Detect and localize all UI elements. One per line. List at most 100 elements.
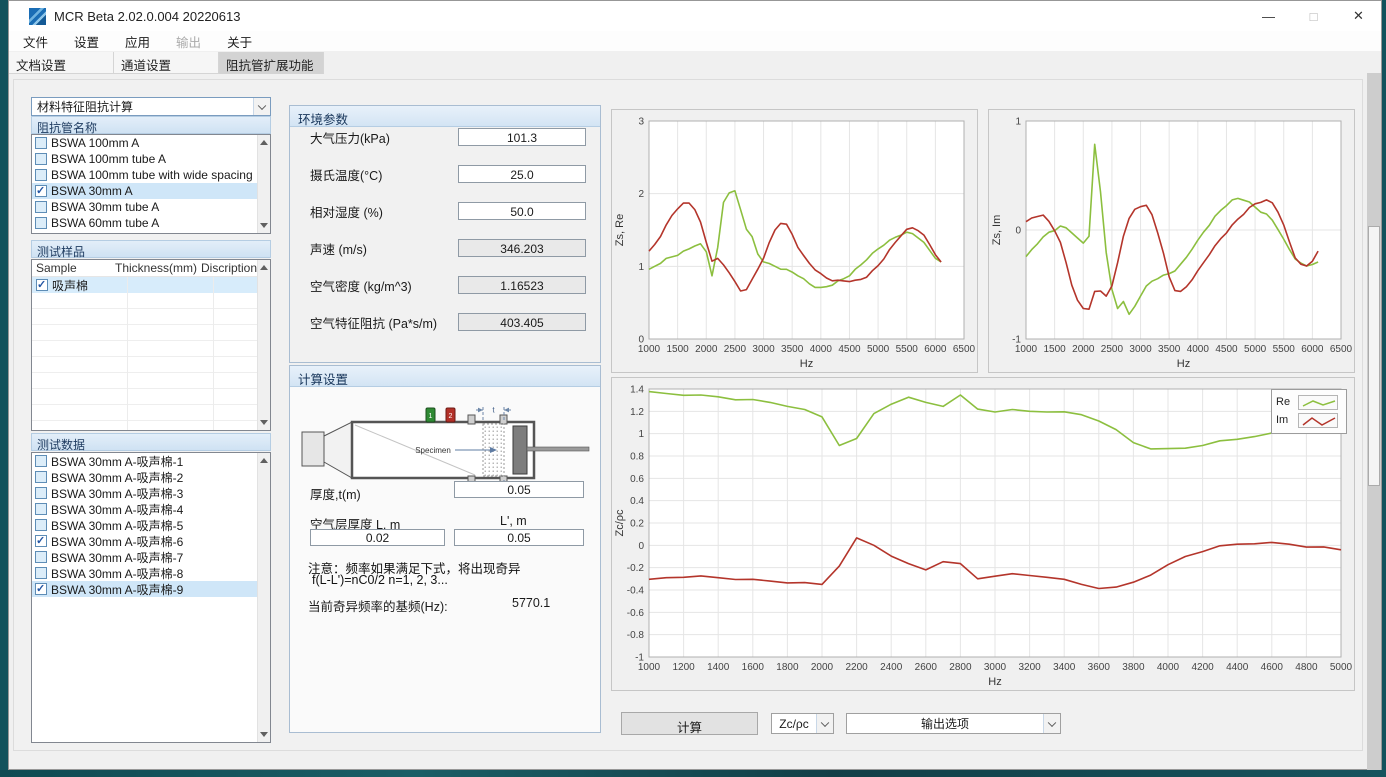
env-field-label: 声速 (m/s) xyxy=(310,239,458,258)
tube-list-item-label: BSWA 100mm A xyxy=(51,136,139,150)
env-field-input[interactable]: 346.203 xyxy=(458,239,586,257)
tube-list: BSWA 100mm ABSWA 100mm tube ABSWA 100mm … xyxy=(31,134,271,234)
checkbox[interactable] xyxy=(35,137,47,149)
env-field-input[interactable]: 101.3 xyxy=(458,128,586,146)
minimize-button[interactable]: — xyxy=(1246,1,1291,31)
output-options-value: 输出选项 xyxy=(847,715,1043,732)
checkbox[interactable] xyxy=(36,279,48,291)
tube-list-item[interactable]: BSWA 100mm tube A xyxy=(32,151,257,167)
checkbox[interactable] xyxy=(35,503,47,515)
l-prime-label: L', m xyxy=(500,514,527,528)
tube-list-item[interactable]: BSWA 30mm tube A xyxy=(32,199,257,215)
tube-list-scrollbar[interactable] xyxy=(257,135,270,233)
env-field-input[interactable]: 1.16523 xyxy=(458,276,586,294)
tube-list-item[interactable]: BSWA 100mm A xyxy=(32,135,257,151)
menu-item[interactable]: 输出 xyxy=(167,30,210,53)
env-field-input[interactable]: 25.0 xyxy=(458,165,586,183)
tab[interactable]: 文档设置 xyxy=(9,52,114,74)
svg-text:6500: 6500 xyxy=(1330,344,1353,355)
data-list-scrollbar[interactable] xyxy=(257,453,270,742)
checkbox[interactable] xyxy=(35,217,47,229)
svg-text:2400: 2400 xyxy=(880,662,903,673)
main-scrollbar-thumb[interactable] xyxy=(1368,226,1380,486)
env-field-row: 大气压力(kPa)101.3 xyxy=(310,128,586,146)
data-list-item[interactable]: BSWA 30mm A-吸声棉-4 xyxy=(32,501,257,517)
air-layer-input[interactable]: 0.02 xyxy=(310,529,445,546)
svg-text:6000: 6000 xyxy=(924,344,947,355)
checkbox[interactable] xyxy=(35,471,47,483)
scroll-down-icon[interactable] xyxy=(260,223,268,228)
data-list-item[interactable]: BSWA 30mm A-吸声棉-5 xyxy=(32,517,257,533)
thickness-input[interactable]: 0.05 xyxy=(454,481,584,498)
tube-list-item[interactable]: BSWA 30mm A xyxy=(32,183,257,199)
sample-table-scrollbar[interactable] xyxy=(257,260,270,430)
scroll-up-icon[interactable] xyxy=(260,140,268,145)
calculate-button[interactable]: 计算 xyxy=(621,712,758,735)
env-field-label: 空气特征阻抗 (Pa*s/m) xyxy=(310,313,458,332)
quantity-dropdown[interactable]: Zc/ρc xyxy=(771,713,834,734)
title-bar: MCR Beta 2.02.0.004 20220613 — □ ✕ xyxy=(9,1,1381,31)
checkbox[interactable] xyxy=(35,201,47,213)
tube-list-item[interactable]: BSWA 100mm tube with wide spacing xyxy=(32,167,257,183)
svg-text:6000: 6000 xyxy=(1301,344,1324,355)
checkbox[interactable] xyxy=(35,169,47,181)
menu-item[interactable]: 文件 xyxy=(14,30,57,53)
column-header-sample-name: Sample Name xyxy=(32,260,111,276)
scroll-down-icon[interactable] xyxy=(260,420,268,425)
data-list-item[interactable]: BSWA 30mm A-吸声棉-7 xyxy=(32,549,257,565)
svg-text:2000: 2000 xyxy=(695,344,718,355)
checkbox[interactable] xyxy=(35,551,47,563)
svg-text:1500: 1500 xyxy=(667,344,690,355)
data-list: BSWA 30mm A-吸声棉-1BSWA 30mm A-吸声棉-2BSWA 3… xyxy=(31,452,271,743)
tube-list-item[interactable]: BSWA 60mm tube A xyxy=(32,215,257,231)
checkbox[interactable] xyxy=(35,535,47,547)
menu-item[interactable]: 应用 xyxy=(116,30,159,53)
menu-item[interactable]: 设置 xyxy=(65,30,108,53)
checkbox[interactable] xyxy=(35,567,47,579)
menu-item[interactable]: 关于 xyxy=(218,30,261,53)
tab[interactable]: 阻抗管扩展功能 xyxy=(219,52,324,74)
checkbox[interactable] xyxy=(35,519,47,531)
data-list-item[interactable]: BSWA 30mm A-吸声棉-1 xyxy=(32,453,257,469)
sample-section-header: 测试样品 xyxy=(31,240,271,258)
svg-text:3800: 3800 xyxy=(1122,662,1145,673)
svg-text:3000: 3000 xyxy=(1129,344,1152,355)
calculation-panel-header: 计算设置 xyxy=(290,366,600,387)
env-field-input[interactable]: 50.0 xyxy=(458,202,586,220)
checkbox[interactable] xyxy=(35,185,47,197)
data-section-header: 测试数据 xyxy=(31,433,271,451)
svg-text:0.6: 0.6 xyxy=(630,474,644,485)
checkbox[interactable] xyxy=(35,583,47,595)
calculation-panel: 计算设置 1 2 xyxy=(289,365,601,733)
checkbox[interactable] xyxy=(35,455,47,467)
svg-text:3000: 3000 xyxy=(984,662,1007,673)
thickness-label: 厚度,t(m) xyxy=(310,484,361,503)
tab[interactable]: 通道设置 xyxy=(114,52,219,74)
checkbox[interactable] xyxy=(35,487,47,499)
main-scrollbar[interactable] xyxy=(1367,73,1381,770)
scroll-up-icon[interactable] xyxy=(260,265,268,270)
env-field-input[interactable]: 403.405 xyxy=(458,313,586,331)
data-list-item[interactable]: BSWA 30mm A-吸声棉-2 xyxy=(32,469,257,485)
data-list-item[interactable]: BSWA 30mm A-吸声棉-9 xyxy=(32,581,257,597)
data-list-item[interactable]: BSWA 30mm A-吸声棉-6 xyxy=(32,533,257,549)
data-list-item[interactable]: BSWA 30mm A-吸声棉-8 xyxy=(32,565,257,581)
base-frequency-label: 当前奇异频率的基频(Hz): xyxy=(308,596,448,615)
svg-text:0.8: 0.8 xyxy=(630,452,644,463)
svg-text:1000: 1000 xyxy=(1015,344,1038,355)
sample-row[interactable]: 吸声棉 xyxy=(32,277,257,293)
env-field-row: 空气特征阻抗 (Pa*s/m)403.405 xyxy=(310,313,586,331)
calc-type-dropdown[interactable]: 材料特征阻抗计算 xyxy=(31,97,271,116)
data-list-item[interactable]: BSWA 30mm A-吸声棉-3 xyxy=(32,485,257,501)
scroll-down-icon[interactable] xyxy=(260,732,268,737)
output-options-dropdown[interactable]: 输出选项 xyxy=(846,713,1061,734)
svg-text:2500: 2500 xyxy=(1101,344,1124,355)
l-prime-input[interactable]: 0.05 xyxy=(454,529,584,546)
svg-text:Hz: Hz xyxy=(988,676,1001,688)
scroll-up-icon[interactable] xyxy=(260,458,268,463)
svg-text:1: 1 xyxy=(429,413,433,420)
close-button[interactable]: ✕ xyxy=(1336,1,1381,31)
checkbox[interactable] xyxy=(35,153,47,165)
svg-text:2800: 2800 xyxy=(949,662,972,673)
svg-text:t: t xyxy=(492,406,495,415)
